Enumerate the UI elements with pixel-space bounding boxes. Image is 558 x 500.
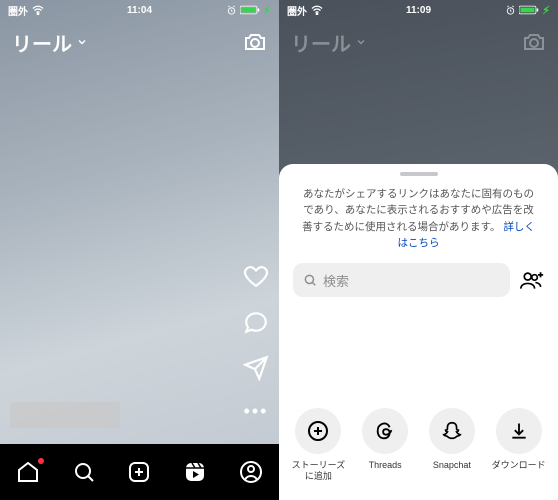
share-sheet: あなたがシェアするリンクはあなたに固有のものであり、あなたに表示されるおすすめや…	[279, 164, 558, 500]
add-group-icon[interactable]	[520, 270, 544, 290]
search-input[interactable]: 検索	[293, 263, 510, 297]
reels-title[interactable]: リール	[12, 28, 88, 57]
camera-icon	[522, 30, 546, 54]
signal-label: 圏外	[287, 3, 307, 18]
nav-create[interactable]	[127, 460, 151, 484]
nav-home[interactable]	[16, 460, 40, 484]
chevron-down-icon	[76, 36, 88, 48]
chevron-down-icon	[355, 36, 367, 48]
caption-placeholder	[10, 402, 120, 428]
nav-profile[interactable]	[239, 460, 263, 484]
battery-icon	[240, 5, 260, 15]
screen-share: 圏外 11:09 ⚡︎ リール あなたがシェアするリンクはあなたに固有のものであ…	[279, 0, 558, 500]
charging-icon: ⚡︎	[263, 4, 271, 17]
reels-title: リール	[291, 28, 367, 57]
signal-label: 圏外	[8, 3, 28, 18]
wifi-icon	[32, 5, 44, 15]
screen-reels: 圏外 11:04 ⚡︎ リール	[0, 0, 279, 500]
alarm-icon	[226, 5, 237, 16]
comment-icon[interactable]	[243, 309, 269, 335]
bottom-nav	[0, 444, 279, 500]
nav-reels[interactable]	[183, 460, 207, 484]
share-download[interactable]: ダウンロード	[492, 408, 546, 482]
reels-side-actions: •••	[243, 263, 269, 422]
share-snapchat[interactable]: Snapchat	[425, 408, 479, 482]
wifi-icon	[311, 5, 323, 15]
battery-icon	[519, 5, 539, 15]
grabber[interactable]	[400, 172, 438, 176]
notification-badge	[38, 458, 44, 464]
search-placeholder: 検索	[323, 271, 349, 290]
status-bar: 圏外 11:09 ⚡︎	[279, 0, 558, 20]
heart-icon[interactable]	[243, 263, 269, 289]
share-icon[interactable]	[243, 355, 269, 381]
more-icon[interactable]: •••	[244, 401, 269, 422]
share-add-story[interactable]: ストーリーズに追加	[291, 408, 345, 482]
reels-header-dimmed: リール	[279, 22, 558, 62]
camera-icon[interactable]	[243, 30, 267, 54]
search-icon	[303, 273, 317, 287]
reels-header: リール	[0, 22, 279, 62]
alarm-icon	[505, 5, 516, 16]
share-threads[interactable]: Threads	[358, 408, 412, 482]
charging-icon: ⚡︎	[542, 4, 550, 17]
status-bar: 圏外 11:04 ⚡︎	[0, 0, 279, 20]
status-time: 11:04	[127, 5, 152, 16]
disclaimer: あなたがシェアするリンクはあなたに固有のものであり、あなたに表示されるおすすめや…	[279, 186, 558, 251]
share-targets: ストーリーズに追加 Threads Snapchat ダウンロード	[279, 394, 558, 500]
status-time: 11:09	[406, 5, 431, 16]
nav-search[interactable]	[72, 460, 96, 484]
